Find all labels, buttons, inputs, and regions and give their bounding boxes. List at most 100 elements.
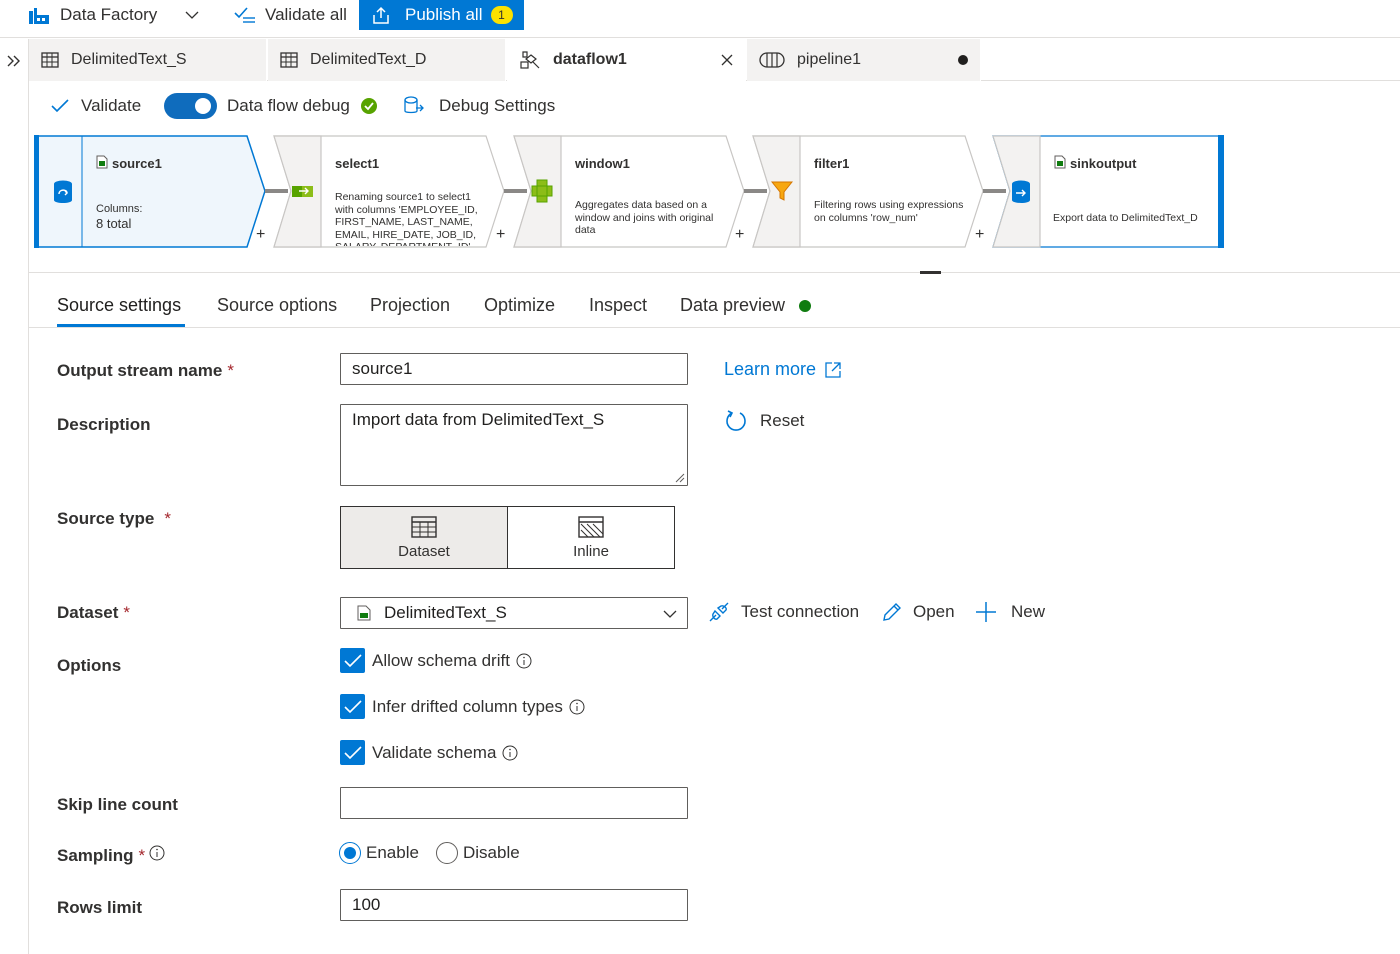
node-title: source1	[112, 156, 162, 171]
validate-all-icon	[234, 5, 256, 25]
sampling-disable-radio[interactable]: Disable	[436, 842, 520, 864]
validate-all-button[interactable]: Validate all	[234, 0, 347, 30]
sampling-enable-radio[interactable]: Enable	[339, 842, 419, 864]
select-node-icon	[291, 183, 315, 199]
csv-file-icon	[96, 155, 108, 169]
csv-file-icon	[357, 605, 371, 621]
info-icon[interactable]	[502, 745, 518, 761]
learn-more-link[interactable]: Learn more	[724, 359, 842, 380]
test-connection-button[interactable]: Test connection	[708, 601, 859, 623]
dataset-dropdown[interactable]: DelimitedText_S	[340, 597, 688, 629]
node-title: sinkoutput	[1070, 156, 1137, 171]
node-description: Filtering rows using expressions on colu…	[814, 199, 964, 224]
plus-icon	[975, 601, 997, 623]
tab-label: DelimitedText_D	[310, 51, 427, 68]
validate-button[interactable]: Validate	[51, 82, 141, 130]
skip-line-count-label: Skip line count	[57, 795, 178, 814]
table-icon	[280, 52, 298, 68]
tab-delimitedtext-s[interactable]: DelimitedText_S	[29, 39, 267, 81]
validate-all-label: Validate all	[265, 5, 347, 24]
pencil-icon	[881, 601, 903, 623]
info-icon[interactable]	[149, 845, 165, 861]
radio-unselected[interactable]	[436, 842, 458, 864]
infer-drifted-column-types-checkbox[interactable]: Infer drifted column types	[340, 694, 585, 719]
node-description: Aggregates data based on a window and jo…	[575, 199, 714, 236]
chevron-down-icon	[185, 10, 199, 20]
validate-schema-checkbox[interactable]: Validate schema	[340, 740, 518, 765]
dataset-label: Dataset *	[57, 603, 131, 622]
publish-icon	[371, 5, 391, 25]
tab-source-options[interactable]: Source options	[217, 295, 337, 316]
checkbox-checked[interactable]	[340, 694, 365, 719]
open-button[interactable]: Open	[881, 601, 955, 623]
source-type-inline-button[interactable]: Inline	[507, 506, 675, 569]
dataflow-icon	[519, 50, 541, 70]
tab-pipeline1[interactable]: pipeline1	[747, 39, 981, 81]
dataflow-toolbar: Validate Data flow debug Debug Settings	[29, 82, 1400, 130]
tab-delimitedtext-d[interactable]: DelimitedText_D	[268, 39, 506, 81]
publish-all-button[interactable]: Publish all 1	[359, 0, 524, 30]
source-type-dataset-button[interactable]: Dataset	[340, 506, 508, 569]
publish-count-badge: 1	[490, 6, 513, 24]
columns-value: 8 total	[96, 218, 132, 231]
toggle-switch[interactable]	[164, 93, 217, 119]
reset-icon	[724, 409, 748, 433]
filter-funnel-icon	[771, 180, 793, 202]
disable-label: Disable	[463, 843, 520, 862]
success-check-icon	[360, 97, 378, 115]
tab-projection[interactable]: Projection	[370, 295, 450, 316]
node-title: filter1	[814, 156, 850, 171]
checkmark-icon	[51, 99, 69, 113]
factory-icon	[28, 5, 50, 25]
data-factory-menu[interactable]: Data Factory	[28, 0, 199, 30]
external-link-icon	[824, 361, 842, 379]
expand-icon[interactable]	[7, 55, 21, 67]
app-name: Data Factory	[60, 5, 158, 24]
add-transform-button[interactable]: +	[256, 226, 265, 244]
new-label: New	[1011, 602, 1046, 621]
add-transform-button[interactable]: +	[735, 226, 744, 244]
learn-more-label: Learn more	[724, 359, 817, 379]
active-tab-underline	[57, 324, 185, 327]
publish-all-label: Publish all	[405, 5, 483, 24]
data-flow-debug-toggle[interactable]: Data flow debug	[164, 82, 378, 130]
csv-file-icon	[1054, 155, 1066, 169]
option-label: Allow schema drift	[372, 650, 510, 670]
dataset-option-label: Dataset	[398, 542, 450, 560]
sampling-label: Sampling *	[57, 846, 146, 865]
add-transform-button[interactable]: +	[496, 226, 505, 244]
tab-optimize[interactable]: Optimize	[484, 295, 555, 316]
output-stream-label: Output stream name *	[57, 361, 234, 380]
add-transform-button[interactable]: +	[975, 226, 984, 244]
allow-schema-drift-checkbox[interactable]: Allow schema drift	[340, 648, 532, 673]
rows-limit-label: Rows limit	[57, 898, 143, 917]
debug-settings-button[interactable]: Debug Settings	[403, 82, 555, 130]
debug-settings-label: Debug Settings	[439, 96, 556, 115]
reset-button[interactable]: Reset	[724, 409, 804, 433]
plug-icon	[708, 601, 730, 623]
rows-limit-input[interactable]: 100	[340, 889, 688, 921]
checkbox-checked[interactable]	[340, 648, 365, 673]
new-button[interactable]: New	[975, 601, 1045, 623]
radio-selected[interactable]	[339, 842, 361, 864]
tab-label: pipeline1	[797, 51, 862, 68]
output-stream-input[interactable]: source1	[340, 353, 688, 385]
info-icon[interactable]	[569, 699, 585, 715]
top-bar: Data Factory Validate all Publish all 1	[0, 0, 1400, 38]
resize-grip-icon[interactable]	[675, 473, 685, 483]
skip-line-count-input[interactable]	[340, 787, 688, 819]
tab-inspect[interactable]: Inspect	[589, 295, 647, 316]
close-icon[interactable]	[721, 54, 733, 66]
tab-source-settings[interactable]: Source settings	[57, 295, 181, 316]
inline-hatch-icon	[578, 515, 604, 538]
enable-label: Enable	[366, 843, 419, 862]
table-icon	[41, 52, 59, 68]
debug-label: Data flow debug	[227, 96, 350, 115]
node-description: Renaming source1 to select1 with columns…	[335, 191, 478, 246]
tab-dataflow1[interactable]: dataflow1	[507, 39, 746, 81]
resize-handle[interactable]	[920, 271, 941, 274]
checkbox-checked[interactable]	[340, 740, 365, 765]
info-icon[interactable]	[516, 653, 532, 669]
tab-data-preview[interactable]: Data preview	[680, 295, 785, 316]
description-textarea[interactable]: Import data from DelimitedText_S	[340, 404, 688, 486]
